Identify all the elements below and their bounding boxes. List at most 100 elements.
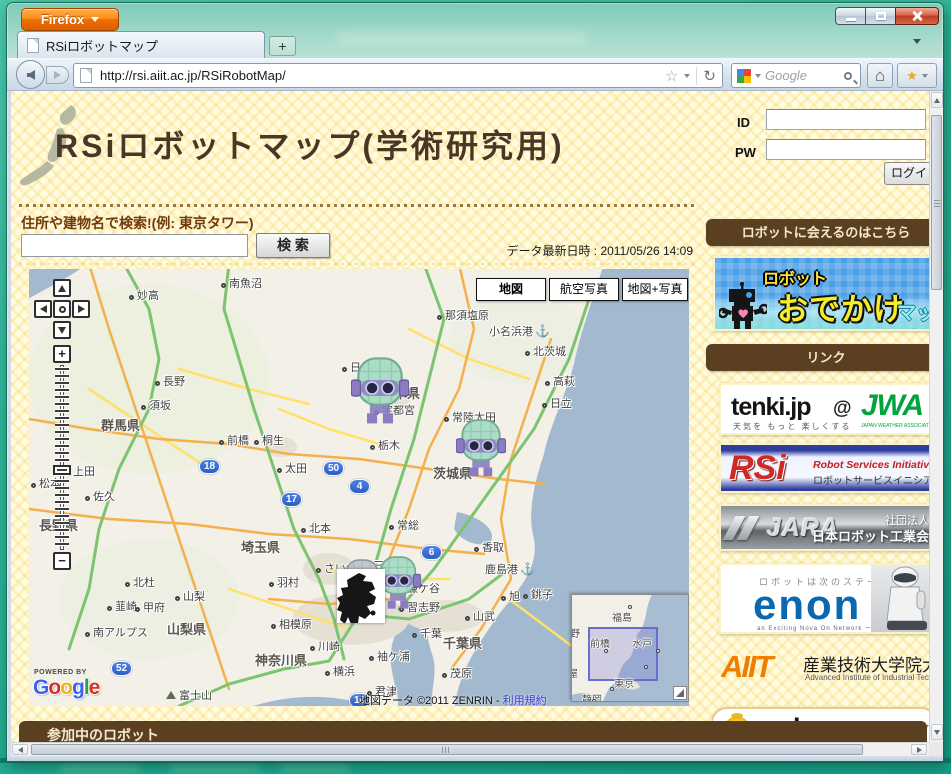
zoom-out-button[interactable]: −: [53, 552, 71, 570]
robot-marker[interactable]: [351, 357, 409, 425]
minimap-label: 水戸: [632, 635, 652, 650]
url-text[interactable]: http://rsi.aiit.ac.jp/RSiRobotMap/: [100, 68, 657, 83]
chevron-down-icon: [91, 17, 99, 22]
marker-cluster-box[interactable]: [337, 569, 385, 623]
address-search-input[interactable]: [21, 234, 248, 257]
map-label-city: 日立: [542, 395, 572, 411]
map-label-city: 北杜: [125, 574, 155, 590]
map-label-city: 那須塩原: [437, 307, 489, 323]
zoom-slider-thumb[interactable]: [53, 465, 71, 475]
pan-down-button[interactable]: [53, 321, 71, 339]
google-engine-icon[interactable]: [737, 69, 751, 83]
map-canvas[interactable]: 妙高南魚沼長野須坂群馬県前橋桐生上田佐久松本長野県日光那須塩原小名浜港⚓北茨城高…: [29, 269, 689, 706]
pan-right-button[interactable]: [72, 300, 90, 318]
web-search-box[interactable]: Google: [731, 63, 861, 88]
zoom-tick: [55, 389, 69, 391]
web-search-placeholder[interactable]: Google: [765, 68, 840, 83]
banner-aiit[interactable]: AIIT 産業技術大学院大学 Advanced Institute of Ind…: [721, 647, 929, 693]
zoom-tick: [55, 417, 69, 419]
pw-field[interactable]: [766, 139, 926, 160]
banner-tenki-jp[interactable]: tenki.jp @ 天気を もっと 楽しくする JWA JAPAN WEATH…: [719, 383, 929, 435]
pan-center-button[interactable]: [53, 300, 71, 318]
tab-list-arrow-icon[interactable]: [913, 39, 921, 44]
home-button[interactable]: ⌂: [867, 63, 893, 88]
map-label-city: 山梨: [175, 588, 205, 604]
google-logo[interactable]: Google: [33, 676, 99, 700]
bookmarks-button[interactable]: ★: [897, 63, 937, 88]
overview-minimap[interactable]: 福島前橋水戸東京静岡長野屋: [571, 594, 689, 702]
maximize-button[interactable]: [865, 7, 895, 25]
reload-icon[interactable]: ↻: [703, 67, 716, 85]
page-icon: [27, 38, 39, 53]
scroll-right-button[interactable]: [911, 744, 927, 755]
url-dropdown-icon[interactable]: [684, 74, 690, 78]
robot-marker[interactable]: [456, 419, 506, 478]
url-bar[interactable]: http://rsi.aiit.ac.jp/RSiRobotMap/ ☆ ↻: [73, 63, 723, 88]
scroll-up-button[interactable]: [931, 92, 943, 108]
page-title: RSiロボットマップ(学術研究用): [55, 121, 565, 167]
banner-rsi[interactable]: RSi Robot Services Initiative ロボットサービスイニ…: [719, 443, 929, 493]
horizontal-scrollbar[interactable]: [11, 742, 929, 756]
map-label-city: 北茨城: [525, 343, 566, 359]
banner-odekake-map[interactable]: ロボット おでかけ マップ: [713, 256, 929, 331]
forward-button[interactable]: [46, 66, 69, 84]
maptype-satellite-button[interactable]: 航空写真: [549, 278, 619, 301]
horizontal-scroll-thumb[interactable]: [31, 744, 863, 755]
search-icon[interactable]: [844, 72, 852, 80]
zoom-tick: [55, 424, 69, 426]
banner-enon[interactable]: ロボットは次のステージへ enon an Exciting Nova On Ne…: [719, 563, 929, 634]
pw-label: PW: [735, 145, 756, 160]
aiit-logo: AIIT: [721, 649, 772, 685]
maptype-hybrid-button[interactable]: 地図+写真: [622, 278, 688, 301]
zoom-tick: [55, 529, 69, 531]
google-logo-letter: o: [48, 676, 60, 699]
jwa-logo: JWA: [861, 389, 923, 423]
search-button[interactable]: 検 索: [256, 233, 330, 258]
vertical-scrollbar[interactable]: [929, 91, 943, 742]
minimap-city-dot: [604, 649, 608, 653]
minimize-button[interactable]: [835, 7, 865, 25]
google-logo-letter: o: [60, 676, 72, 699]
scrollbar-corner: [929, 742, 943, 756]
zoom-tick: [55, 396, 69, 398]
minimap-collapse-button[interactable]: [673, 686, 687, 700]
titlebar[interactable]: Firefox RSiロボットマップ +: [7, 3, 944, 58]
map-label-mountain: 富士山: [166, 687, 212, 703]
map-label-city: 桐生: [254, 432, 284, 448]
bookmark-star-icon[interactable]: ☆: [665, 67, 678, 85]
new-tab-button[interactable]: +: [269, 36, 296, 56]
vertical-scroll-thumb[interactable]: [931, 115, 942, 290]
banner-jara[interactable]: JARA 社団法人 日本ロボット工業会: [719, 504, 929, 551]
arrow-left-icon: [40, 305, 47, 313]
powered-by-label: POWERED BY: [34, 669, 87, 676]
zoom-tick: [55, 368, 69, 370]
map-label-anchor: 鹿島港⚓: [485, 561, 535, 577]
zoom-tick: [55, 515, 69, 517]
pan-left-button[interactable]: [34, 300, 52, 318]
arrow-up-icon: [934, 98, 940, 103]
zoom-tick: [55, 480, 69, 482]
sidebar-header-meet: ロボットに会えるのはこちら: [706, 219, 929, 246]
back-button[interactable]: [16, 60, 45, 89]
zoom-in-button[interactable]: +: [53, 345, 71, 363]
route-shield: 4: [349, 479, 370, 494]
close-button[interactable]: [895, 7, 939, 25]
scroll-down-button[interactable]: [931, 724, 943, 740]
sidebar-header-links: リンク: [706, 344, 929, 371]
arrow-right-icon: [78, 305, 85, 313]
pan-up-button[interactable]: [53, 279, 71, 297]
scroll-left-button[interactable]: [12, 744, 28, 755]
search-engine-dropdown-icon[interactable]: [755, 74, 761, 78]
id-field[interactable]: [766, 109, 926, 130]
minimap-label-layer: 福島前橋水戸東京静岡長野屋: [572, 595, 688, 701]
maptype-map-button[interactable]: 地図: [476, 278, 546, 301]
terms-link[interactable]: 利用規約: [503, 695, 547, 706]
login-button[interactable]: ログイン: [884, 162, 929, 185]
firefox-menu-label: Firefox: [41, 12, 84, 27]
tab-rsi-robot-map[interactable]: RSiロボットマップ: [17, 31, 265, 58]
zoom-tick: [55, 494, 69, 496]
window-bottom-edge[interactable]: [7, 756, 944, 762]
bookmark-icon: ★: [906, 68, 918, 84]
firefox-menu-button[interactable]: Firefox: [21, 8, 119, 31]
odekake-robot-icon: [719, 282, 767, 331]
